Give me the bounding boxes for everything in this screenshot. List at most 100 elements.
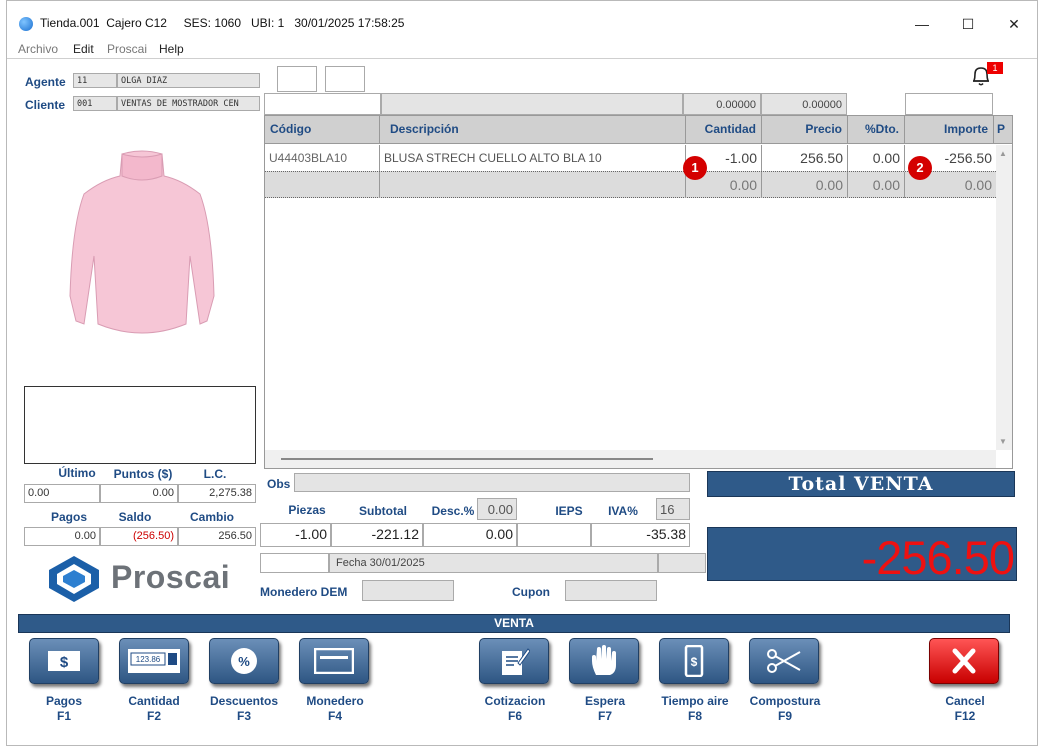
compostura-label-btn: Compostura F9	[749, 694, 821, 723]
product-image	[62, 146, 222, 346]
desc-label: Desc.%	[431, 504, 475, 518]
lc-value: 2,275.38	[178, 484, 256, 503]
cliente-name-field[interactable]: VENTAS DE MOSTRADOR CEN	[117, 96, 260, 111]
row-precio: 0.00	[762, 172, 848, 198]
notification-badge: 1	[987, 62, 1003, 74]
top-box-2[interactable]	[325, 66, 365, 92]
pagos-button[interactable]: $	[29, 638, 99, 684]
calculator-icon: 123.86	[128, 649, 180, 673]
svg-text:$: $	[60, 654, 69, 671]
main-window: Tienda.001 Cajero C12 SES: 1060 UBI: 1 3…	[6, 0, 1038, 746]
col-p[interactable]: P	[994, 116, 1012, 144]
piezas-value: -1.00	[260, 523, 331, 547]
col-dto[interactable]: %Dto.	[848, 116, 905, 144]
saldo-label: Saldo	[118, 510, 152, 524]
card-icon	[314, 648, 354, 674]
obs-field[interactable]	[294, 473, 690, 492]
menu-archivo[interactable]: Archivo	[18, 42, 58, 56]
cancel-label-btn: Cancel F12	[945, 694, 985, 723]
menu-help[interactable]: Help	[159, 42, 184, 56]
menu-bar: Archivo Edit Proscai Help	[7, 39, 1037, 59]
app-globe-icon	[19, 17, 33, 31]
desc-pct-field[interactable]: 0.00	[477, 498, 517, 520]
obs-label: Obs	[267, 477, 291, 491]
menu-proscai[interactable]: Proscai	[107, 42, 147, 56]
row-codigo: U44403BLA10	[265, 145, 380, 171]
grid-header: Código Descripción Cantidad Precio %Dto.…	[265, 116, 1012, 144]
col-cantidad[interactable]: Cantidad	[686, 116, 762, 144]
table-row[interactable]: 0.00 0.00 0.00 0.00	[265, 171, 996, 198]
svg-text:$: $	[691, 655, 698, 669]
close-button[interactable]: ✕	[991, 9, 1037, 39]
total-label: Total VENTA	[707, 471, 1015, 497]
hscroll-thumb[interactable]	[281, 458, 653, 460]
cliente-code-field[interactable]: 001	[73, 96, 117, 111]
header-value-2: 0.00000	[761, 93, 847, 115]
col-descripcion[interactable]: Descripción	[380, 116, 686, 144]
cancel-x-icon	[952, 648, 976, 674]
compostura-button[interactable]	[749, 638, 819, 684]
cupon-field[interactable]	[565, 580, 657, 601]
row-descripcion	[380, 172, 686, 198]
monedero-button[interactable]	[299, 638, 369, 684]
subtotal-value: -221.12	[331, 523, 423, 547]
cantidad-button[interactable]: 123.86	[119, 638, 189, 684]
puntos-value: 0.00	[100, 484, 178, 503]
cotizacion-button[interactable]	[479, 638, 549, 684]
cambio-value: 256.50	[178, 527, 256, 546]
total-panel: -256.50	[707, 527, 1017, 581]
agente-code-field[interactable]: 11	[73, 73, 117, 88]
hand-icon	[592, 645, 616, 675]
tiempo-aire-button[interactable]: $	[659, 638, 729, 684]
ieps-label: IEPS	[555, 504, 583, 518]
notes-box	[24, 386, 256, 464]
row-descripcion: BLUSA STRECH CUELLO ALTO BLA 10	[380, 145, 686, 171]
header-field-3[interactable]	[905, 93, 993, 115]
scissors-icon	[767, 649, 801, 673]
ieps-value	[517, 523, 591, 547]
cancel-button-f12[interactable]	[929, 638, 999, 684]
svg-text:%: %	[238, 654, 250, 669]
horizontal-scrollbar[interactable]	[265, 450, 996, 468]
descuentos-button[interactable]: %	[209, 638, 279, 684]
cliente-label: Cliente	[25, 98, 66, 112]
fecha-left-box	[260, 553, 329, 573]
proscai-logo-icon	[45, 554, 103, 604]
subtotal-label: Subtotal	[359, 504, 407, 518]
minimize-button[interactable]: —	[899, 9, 945, 39]
row-precio: 256.50	[762, 145, 848, 171]
dollar-bill-icon: $	[48, 651, 80, 671]
scroll-up-icon[interactable]: ▲	[999, 149, 1007, 158]
iva-pct-field[interactable]: 16	[656, 498, 690, 520]
vertical-scrollbar[interactable]: ▲ ▼	[996, 145, 1012, 450]
phone-dollar-icon: $	[684, 645, 704, 677]
header-field-2	[381, 93, 683, 115]
mode-bar: VENTA	[18, 614, 1010, 633]
svg-text:123.86: 123.86	[136, 655, 161, 664]
espera-button[interactable]	[569, 638, 639, 684]
table-row[interactable]: U44403BLA10 BLUSA STRECH CUELLO ALTO BLA…	[265, 145, 996, 171]
col-codigo[interactable]: Código	[265, 116, 380, 144]
title-bar: Tienda.001 Cajero C12 SES: 1060 UBI: 1 3…	[7, 1, 1037, 39]
col-importe[interactable]: Importe	[905, 116, 994, 144]
top-box-1[interactable]	[277, 66, 317, 92]
scroll-down-icon[interactable]: ▼	[999, 437, 1007, 446]
monedero-label: Monedero DEM	[260, 585, 348, 599]
cupon-label: Cupon	[512, 585, 550, 599]
fecha-right-box	[658, 553, 706, 573]
percent-icon: %	[231, 648, 257, 674]
agente-name-field[interactable]: OLGA DIAZ	[117, 73, 260, 88]
maximize-button[interactable]: ☐	[945, 9, 991, 39]
document-edit-icon	[502, 648, 530, 675]
fecha-field: Fecha 30/01/2025	[329, 553, 658, 573]
agente-label: Agente	[25, 75, 66, 89]
ultimo-value: 0.00	[24, 484, 100, 503]
monedero-field[interactable]	[362, 580, 454, 601]
brand-name: Proscai	[111, 559, 231, 595]
row-dto: 0.00	[848, 172, 905, 198]
piezas-label: Piezas	[288, 503, 326, 517]
header-field-1[interactable]	[264, 93, 381, 115]
col-precio[interactable]: Precio	[762, 116, 848, 144]
desc-value: 0.00	[423, 523, 517, 547]
menu-edit[interactable]: Edit	[73, 42, 94, 56]
